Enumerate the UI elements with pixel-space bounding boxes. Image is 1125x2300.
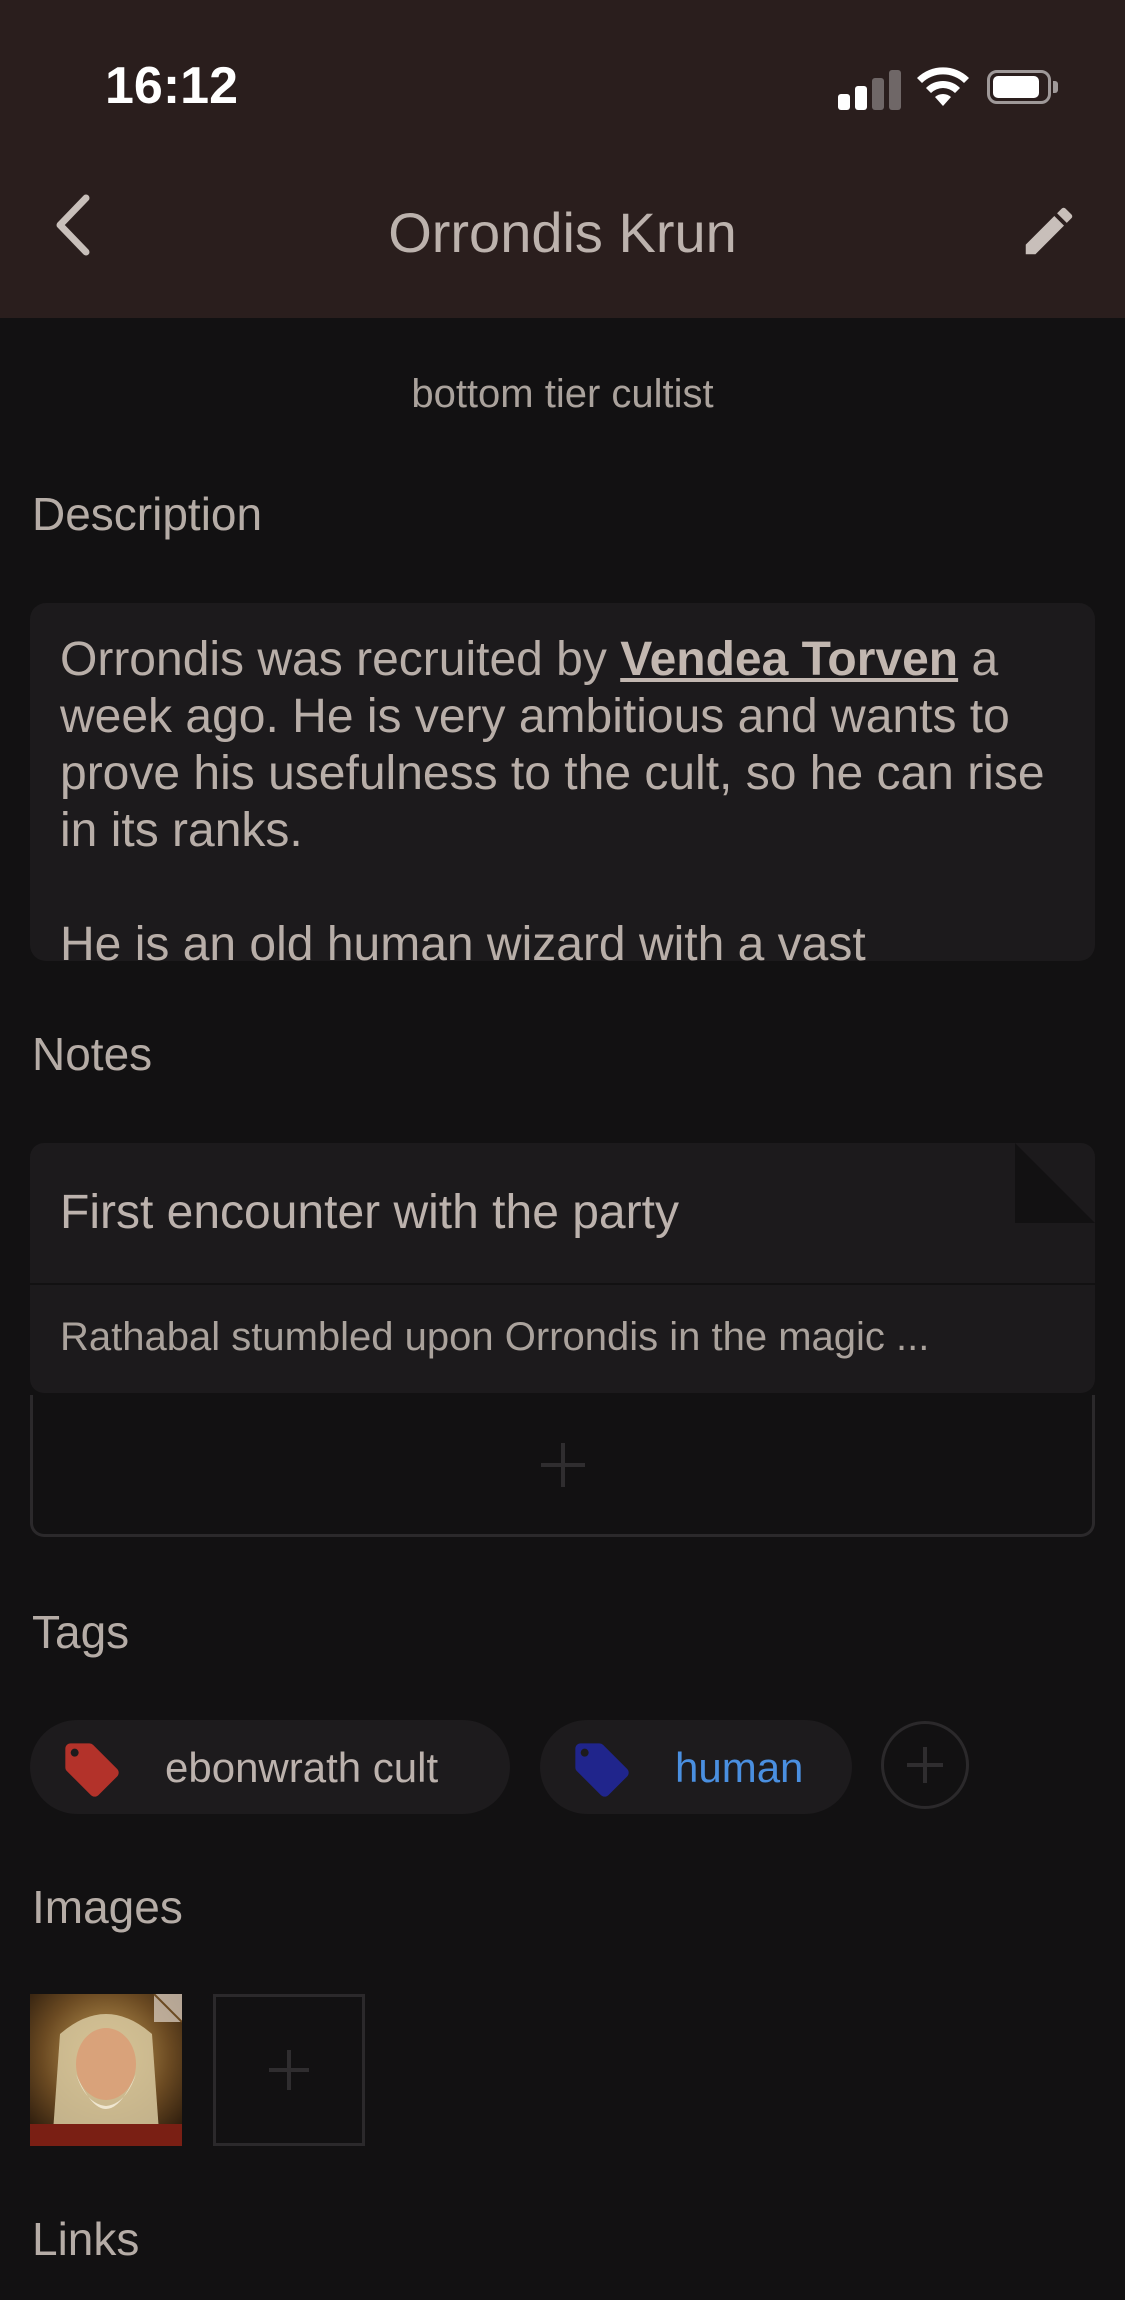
battery-icon — [987, 70, 1061, 108]
note-title: First encounter with the party — [60, 1186, 679, 1239]
pencil-icon — [1025, 207, 1073, 255]
add-tag-button[interactable] — [881, 1721, 969, 1809]
note-preview: Rathabal stumbled upon Orrondis in the m… — [60, 1315, 930, 1359]
page-fold-icon — [1015, 1143, 1095, 1223]
note-card[interactable]: First encounter with the party Rathabal … — [30, 1143, 1095, 1393]
cellular-signal-icon — [838, 70, 901, 110]
tag-icon — [65, 1743, 119, 1797]
status-time: 16:12 — [105, 57, 238, 115]
character-subtitle: bottom tier cultist — [411, 372, 714, 416]
tag-icon — [575, 1743, 629, 1797]
page-title: Orrondis Krun — [388, 201, 737, 264]
edit-button[interactable] — [1018, 200, 1088, 270]
plus-icon — [541, 1443, 585, 1487]
notes-heading: Notes — [32, 1028, 153, 1080]
description-text: Orrondis was recruited by Vendea Torven … — [60, 633, 1045, 961]
add-image-button[interactable] — [213, 1994, 365, 2146]
tag-label: ebonwrath cult — [165, 1744, 439, 1791]
tag-chip-human[interactable]: human — [540, 1720, 852, 1814]
wifi-icon — [917, 67, 969, 106]
portrait-image — [30, 1994, 182, 2146]
character-link[interactable]: Vendea Torven — [620, 633, 958, 686]
top-bar: 16:12 Orrondis Krun — [0, 0, 1125, 318]
character-portrait-thumbnail[interactable] — [30, 1994, 182, 2146]
plus-icon — [269, 2050, 309, 2090]
add-note-button[interactable] — [30, 1395, 1095, 1537]
description-heading: Description — [32, 488, 263, 540]
tags-heading: Tags — [32, 1606, 130, 1658]
tag-label: human — [675, 1744, 804, 1791]
tag-chip-ebonwrath-cult[interactable]: ebonwrath cult — [30, 1720, 510, 1814]
images-heading: Images — [32, 1881, 183, 1933]
plus-icon — [907, 1747, 943, 1783]
description-card[interactable]: Orrondis was recruited by Vendea Torven … — [30, 603, 1095, 961]
note-divider — [30, 1283, 1095, 1285]
links-heading: Links — [32, 2213, 140, 2265]
